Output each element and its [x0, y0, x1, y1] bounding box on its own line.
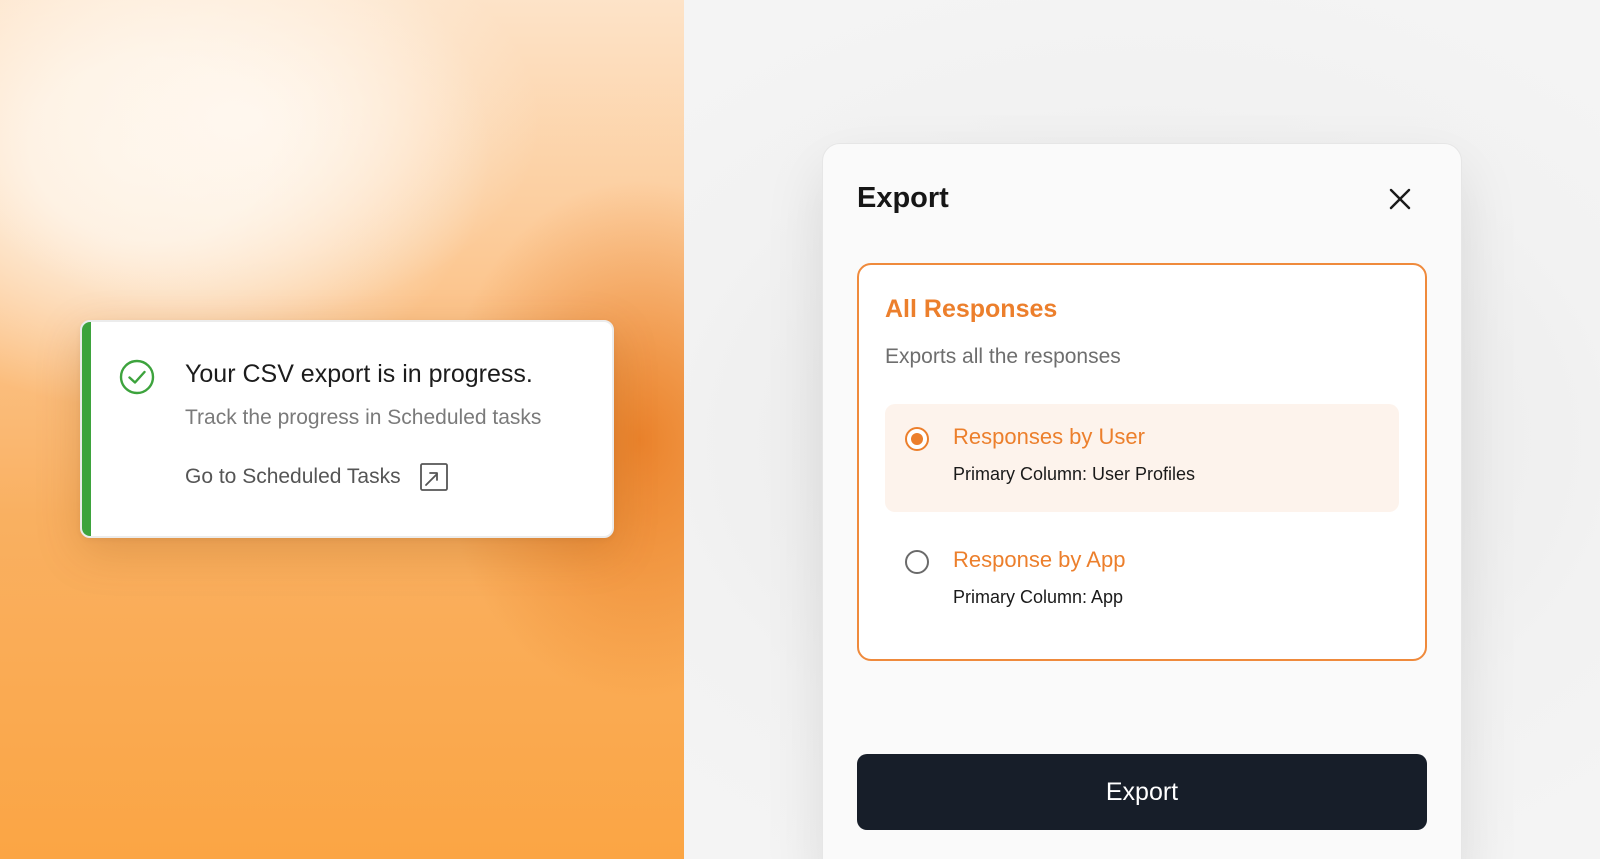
go-to-scheduled-tasks-link[interactable]: Go to Scheduled Tasks [185, 462, 449, 492]
export-button[interactable]: Export [857, 754, 1427, 830]
toast-link-label: Go to Scheduled Tasks [185, 465, 401, 488]
export-progress-toast: Your CSV export is in progress. Track th… [80, 320, 614, 538]
radio-option-response-by-app[interactable]: Response by App Primary Column: App [885, 527, 1399, 635]
external-link-icon [419, 463, 448, 491]
radio-option-label: Response by App [953, 547, 1126, 572]
export-modal: Export All Responses Exports all the res… [822, 143, 1462, 859]
toast-accent-bar [82, 322, 91, 536]
radio-button-unchecked[interactable] [905, 550, 929, 574]
option-card-subtitle: Exports all the responses [885, 345, 1121, 368]
radio-option-responses-by-user[interactable]: Responses by User Primary Column: User P… [885, 404, 1399, 512]
check-circle-icon [119, 359, 155, 395]
radio-option-description: Primary Column: User Profiles [953, 464, 1196, 484]
right-panel: Export All Responses Exports all the res… [684, 0, 1600, 859]
radio-option-label: Responses by User [953, 424, 1145, 449]
radio-option-description: Primary Column: App [953, 587, 1124, 607]
toast-title: Your CSV export is in progress. [185, 360, 533, 388]
close-icon[interactable] [1385, 184, 1415, 214]
all-responses-option-card[interactable]: All Responses Exports all the responses … [857, 263, 1427, 661]
page: Your CSV export is in progress. Track th… [0, 0, 1600, 859]
radio-button-checked[interactable] [905, 427, 929, 451]
left-panel: Your CSV export is in progress. Track th… [0, 0, 684, 859]
option-card-title: All Responses [885, 295, 1058, 323]
modal-title: Export [857, 182, 949, 214]
toast-subtitle: Track the progress in Scheduled tasks [185, 406, 542, 429]
